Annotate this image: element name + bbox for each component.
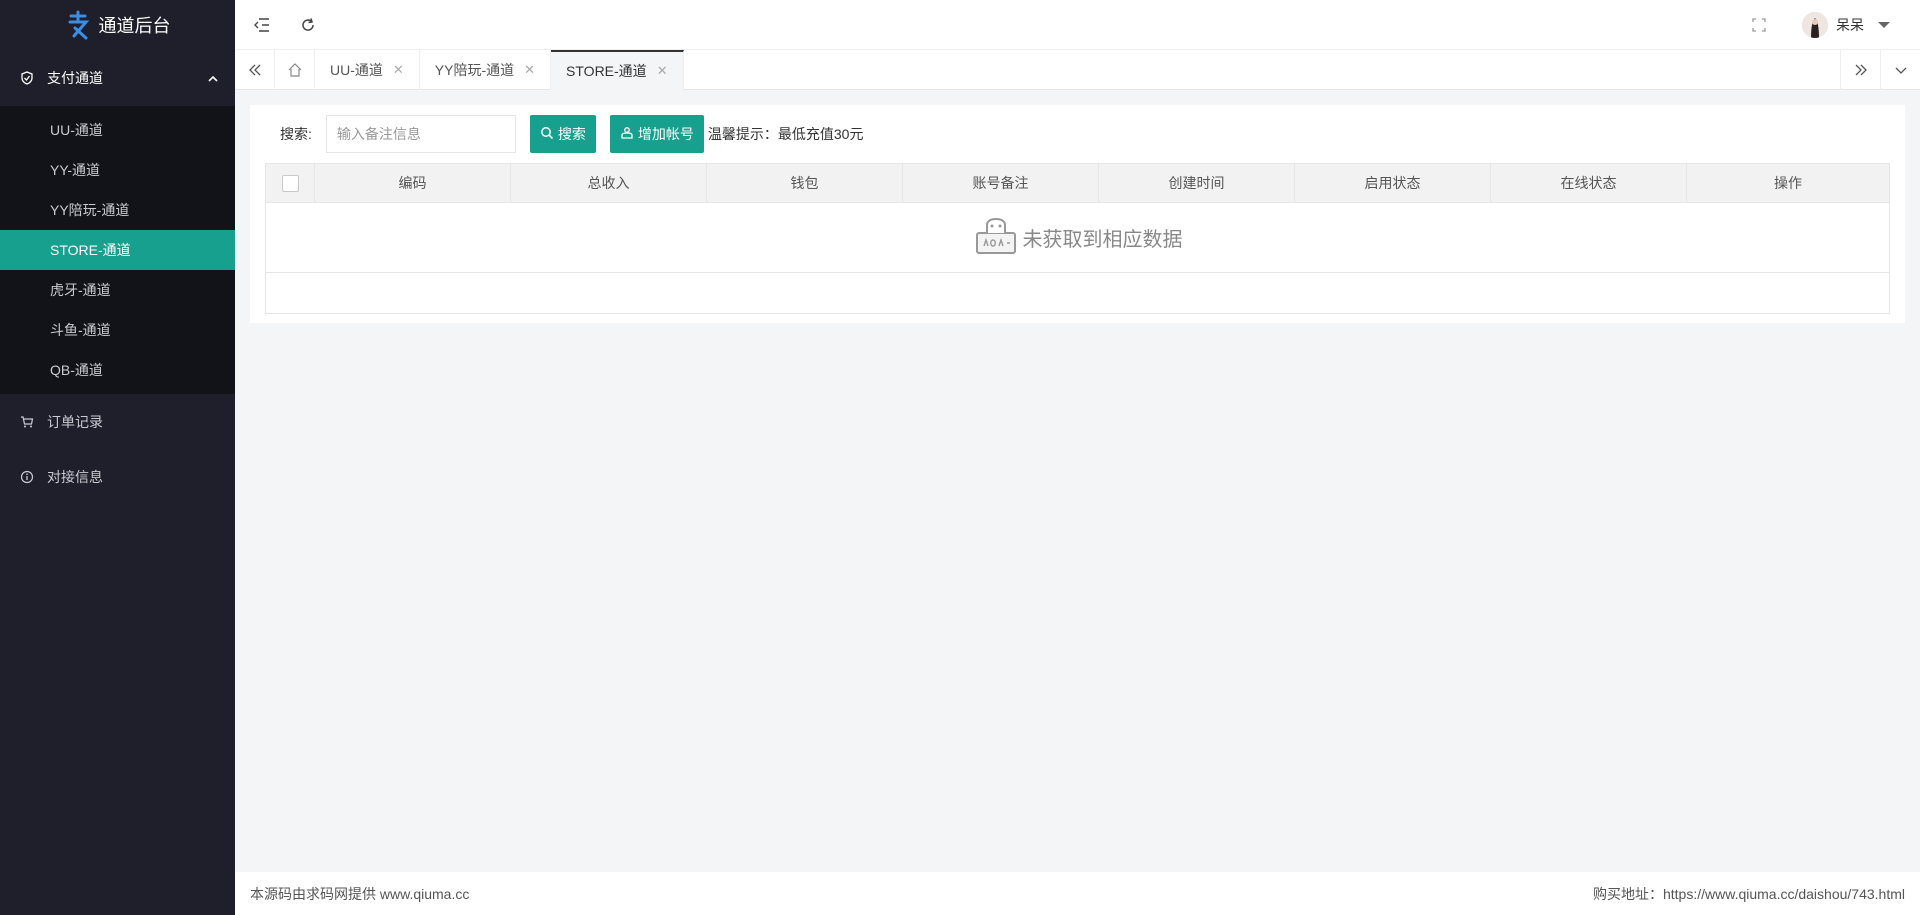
avatar [1802,12,1828,38]
no-data-icon [973,213,1019,262]
nav-submenu: UU-通道 YY-通道 YY陪玩-通道 STORE-通道 虎牙-通道 斗鱼-通道… [0,106,235,394]
sidebar-item-label: 虎牙-通道 [50,282,111,298]
search-icon [540,126,554,143]
add-user-icon [620,126,634,143]
column-header[interactable]: 创建时间 [1099,164,1295,202]
nav-group-header-payment[interactable]: 支付通道 [0,50,235,106]
column-header[interactable]: 总收入 [511,164,707,202]
close-icon[interactable]: ✕ [393,62,404,78]
tab-bar: UU-通道 ✕ YY陪玩-通道 ✕ STORE-通道 ✕ [235,50,1920,90]
search-button-label: 搜索 [557,126,586,142]
chevron-down-icon[interactable] [1880,50,1920,90]
sidebar-item-yy-peiwan[interactable]: YY陪玩-通道 [0,190,235,230]
table-header: 编码 总收入 钱包 账号备注 创建时间 启用状态 在线状态 操作 [266,164,1889,203]
table-footer-space [266,273,1889,313]
refresh-icon[interactable] [299,16,317,34]
tab-store[interactable]: STORE-通道 ✕ [551,50,684,90]
home-icon[interactable] [275,50,315,90]
close-icon[interactable]: ✕ [657,63,668,79]
fullscreen-icon[interactable] [1750,16,1768,34]
search-input[interactable] [325,115,516,153]
close-icon[interactable]: ✕ [524,62,535,78]
tip-text: 温馨提示：最低充值30元 [707,126,864,142]
collapse-menu-icon[interactable] [253,16,271,34]
nav-group-payment: 支付通道 UU-通道 YY-通道 YY陪玩-通道 STORE-通道 虎牙-通道 … [0,50,235,394]
sidebar-item-qb[interactable]: QB-通道 [0,350,235,390]
user-menu[interactable]: 呆呆 [1802,12,1890,38]
sidebar-item-label: STORE-通道 [50,242,131,258]
tab-label: YY陪玩-通道 [434,62,515,78]
select-all-cell [266,164,315,202]
page-footer: 本源码由求码网提供 www.qiuma.cc 购买地址：https://www.… [235,872,1920,915]
tabs-scroll-right-icon[interactable] [1840,50,1880,90]
sidebar-item-label: 订单记录 [47,413,103,430]
tab-yy-peiwan[interactable]: YY陪玩-通道 ✕ [420,50,552,90]
sidebar-item-uu[interactable]: UU-通道 [0,110,235,150]
sidebar-item-integration[interactable]: 对接信息 [0,449,235,504]
empty-state: 未获取到相应数据 [266,203,1889,273]
sidebar-item-label: 斗鱼-通道 [50,322,111,338]
sidebar-item-label: YY陪玩-通道 [50,202,130,218]
column-header[interactable]: 操作 [1687,164,1889,202]
footer-left-text: 本源码由求码网提供 www.qiuma.cc [250,885,470,902]
select-all-checkbox[interactable] [281,174,299,192]
search-button[interactable]: 搜索 [529,115,596,153]
cart-icon [20,415,34,429]
empty-text: 未获取到相应数据 [1022,229,1183,251]
add-account-label: 增加帐号 [637,126,694,142]
tab-label: UU-通道 [330,62,383,78]
caret-down-icon [1878,22,1890,28]
user-name: 呆呆 [1836,17,1864,33]
sidebar-item-orders[interactable]: 订单记录 [0,394,235,449]
nav-group-label: 支付通道 [47,70,103,86]
sidebar-item-label: 对接信息 [47,468,103,485]
sidebar-item-label: UU-通道 [50,122,103,138]
footer-right-text: 购买地址：https://www.qiuma.cc/daishou/743.ht… [1592,885,1905,902]
brand-logo-icon [65,10,91,40]
add-account-button[interactable]: 增加帐号 [609,115,704,153]
sidebar-item-yy[interactable]: YY-通道 [0,150,235,190]
column-header[interactable]: 在线状态 [1491,164,1687,202]
data-table: 编码 总收入 钱包 账号备注 创建时间 启用状态 在线状态 操作 未获取到相应数… [265,163,1890,314]
sidebar-item-label: QB-通道 [50,362,103,378]
top-header: 呆呆 [235,0,1920,50]
info-circle-icon [20,470,34,484]
search-label: 搜索: [280,126,312,142]
tabs-scroll-left-icon[interactable] [235,50,275,90]
content-card: 搜索: 搜索 增加帐号 温馨提示：最低充值30元 编码 总收入 钱包 账号备注 … [250,105,1905,323]
search-toolbar: 搜索: 搜索 增加帐号 温馨提示：最低充值30元 [280,114,863,154]
sidebar-item-store[interactable]: STORE-通道 [0,230,235,270]
column-header[interactable]: 钱包 [707,164,903,202]
chevron-up-icon [207,72,219,84]
sidebar-item-huya[interactable]: 虎牙-通道 [0,270,235,310]
column-header[interactable]: 账号备注 [903,164,1099,202]
sidebar-item-douyu[interactable]: 斗鱼-通道 [0,310,235,350]
sidebar-item-label: YY-通道 [50,162,101,178]
sidebar: 通道后台 支付通道 UU-通道 YY-通道 YY陪玩-通道 STORE-通道 虎… [0,0,235,915]
tab-uu[interactable]: UU-通道 ✕ [315,50,420,90]
shield-check-icon [20,71,34,85]
app-logo[interactable]: 通道后台 [0,0,235,50]
column-header[interactable]: 编码 [315,164,511,202]
tabs: UU-通道 ✕ YY陪玩-通道 ✕ STORE-通道 ✕ [315,50,684,90]
column-header[interactable]: 启用状态 [1295,164,1491,202]
tab-label: STORE-通道 [566,63,647,79]
app-title: 通道后台 [98,16,171,36]
